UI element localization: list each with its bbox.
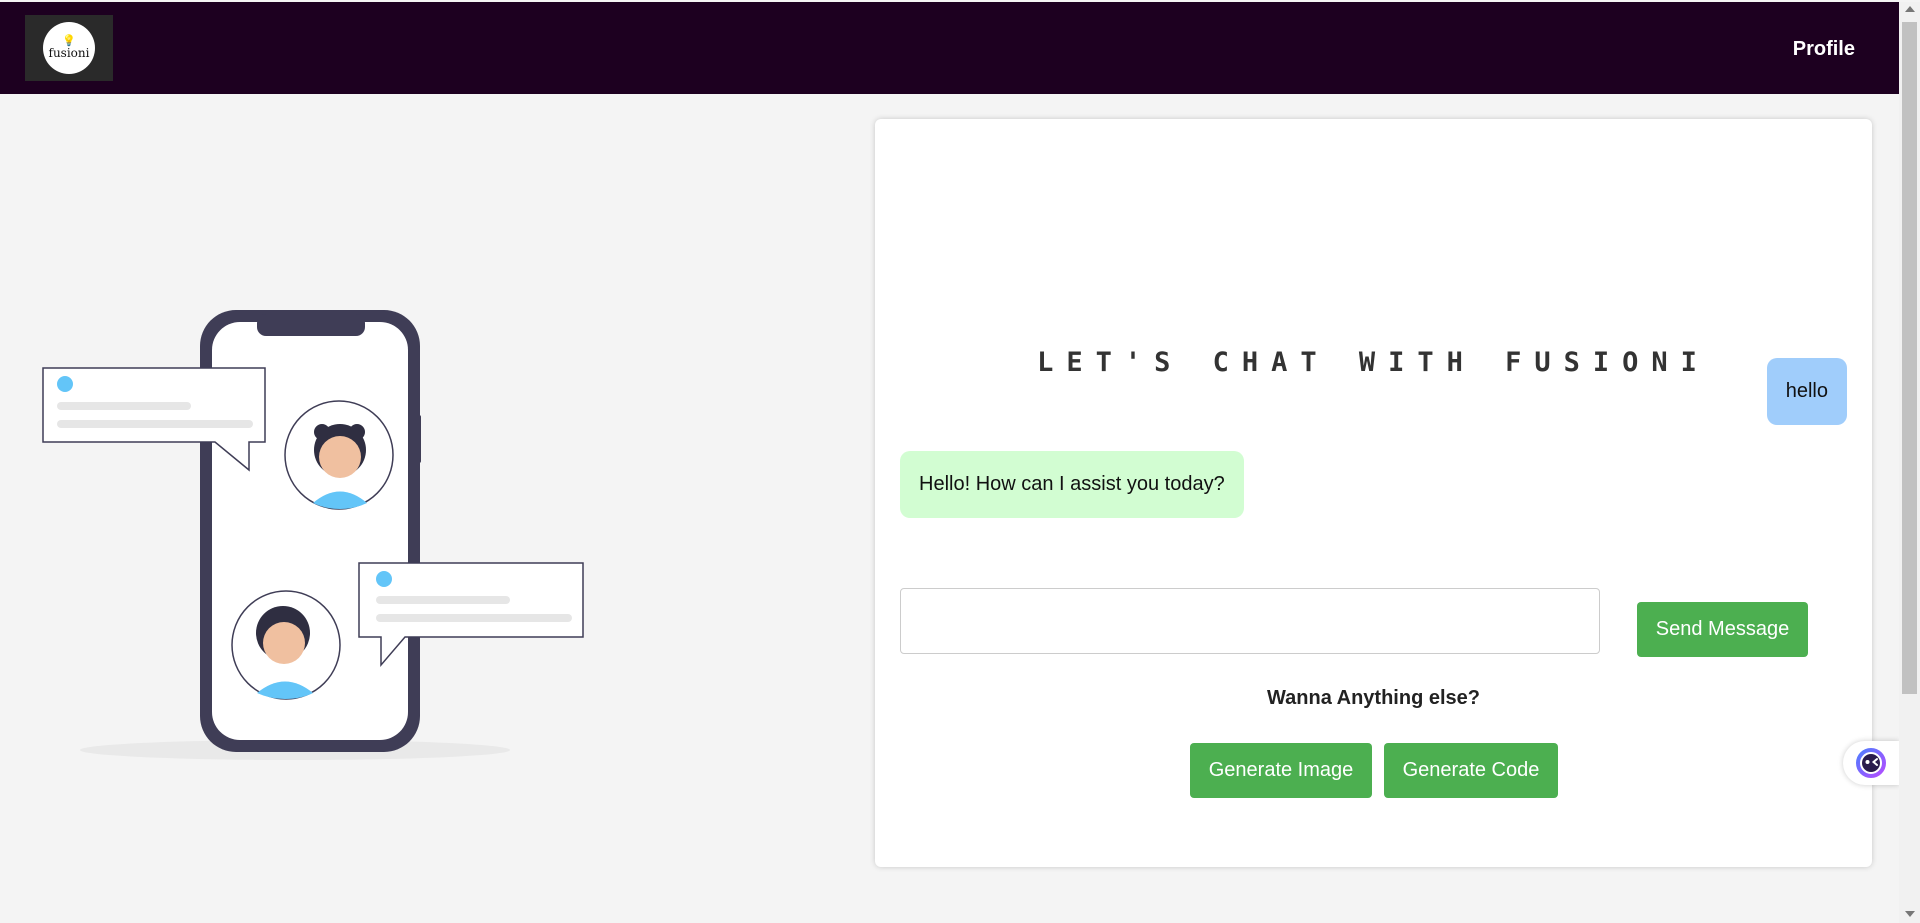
more-options-prompt: Wanna Anything else? xyxy=(1267,687,1480,709)
assistant-face-icon xyxy=(1856,748,1886,778)
speech-dot-bottom xyxy=(376,571,392,587)
generate-code-button[interactable]: Generate Code xyxy=(1384,743,1558,798)
avatar-woman-face xyxy=(319,436,361,478)
speech-line-bottom-2 xyxy=(376,614,572,622)
chat-title: LET'S CHAT WITH FUSIONI xyxy=(1037,347,1710,378)
profile-link[interactable]: Profile xyxy=(1793,38,1855,61)
speech-line-top-1 xyxy=(57,402,191,410)
phone-notch xyxy=(257,314,365,336)
scrollbar-thumb[interactable] xyxy=(1902,22,1917,694)
avatar-man-face xyxy=(263,622,305,664)
top-navbar: 💡 fusioni Profile xyxy=(0,2,1899,94)
generate-image-button[interactable]: Generate Image xyxy=(1190,743,1372,798)
speech-line-bottom-1 xyxy=(376,596,510,604)
message-input[interactable] xyxy=(900,588,1600,654)
logo-text: fusioni xyxy=(48,46,90,60)
assistant-launcher[interactable] xyxy=(1843,741,1899,785)
speech-line-top-2 xyxy=(57,420,253,428)
send-message-button[interactable]: Send Message xyxy=(1637,602,1808,657)
speech-bubble-top xyxy=(42,367,266,472)
chat-card: LET'S CHAT WITH FUSIONI hello Hello! How… xyxy=(875,119,1872,867)
logo-badge: 💡 fusioni xyxy=(43,22,95,74)
bot-message-bubble: Hello! How can I assist you today? xyxy=(900,451,1244,518)
scroll-down-arrow-icon[interactable] xyxy=(1905,911,1915,917)
scroll-up-arrow-icon[interactable] xyxy=(1905,6,1915,12)
chat-illustration xyxy=(42,310,584,760)
logo[interactable]: 💡 fusioni xyxy=(25,15,113,81)
user-message-bubble: hello xyxy=(1766,358,1847,425)
speech-dot-top xyxy=(57,376,73,392)
